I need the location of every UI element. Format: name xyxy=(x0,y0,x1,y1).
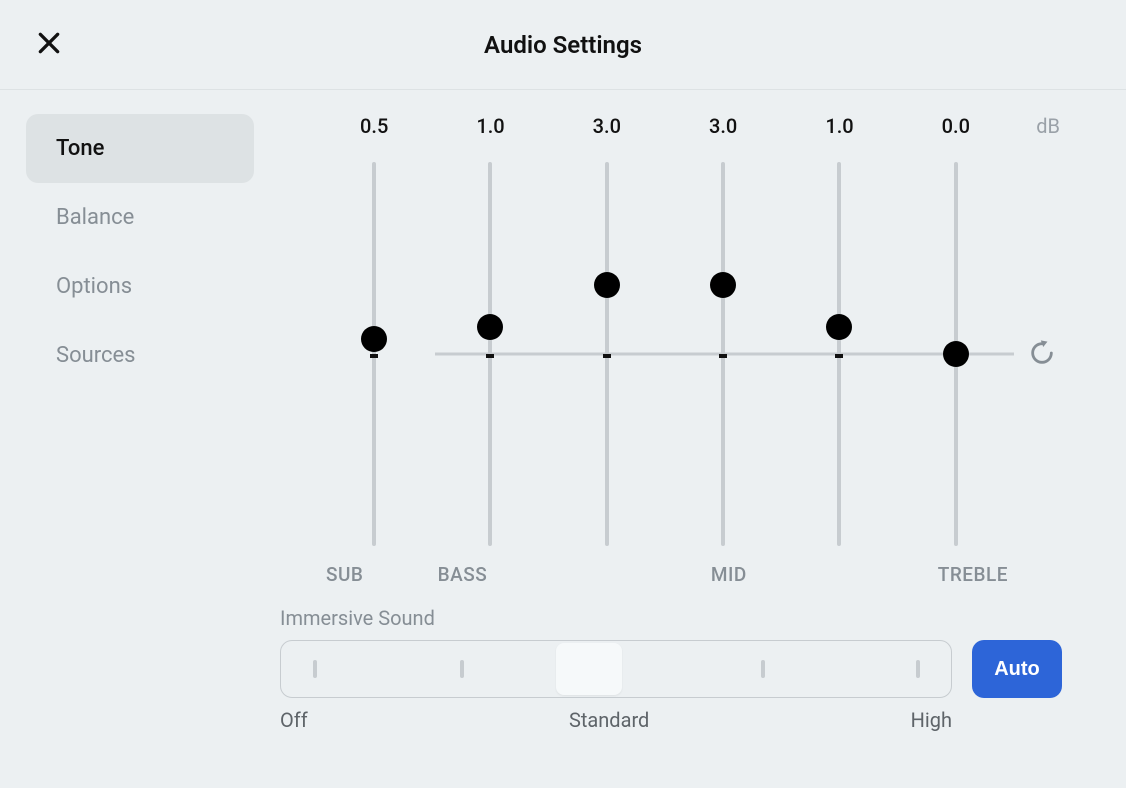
sidebar: Tone Balance Options Sources xyxy=(0,114,280,732)
page-title: Audio Settings xyxy=(484,31,642,59)
eq-thumb[interactable] xyxy=(943,341,969,367)
eq-value: 0.5 xyxy=(316,114,432,138)
immersive-title: Immersive Sound xyxy=(280,606,1096,630)
eq-band-label: TREBLE xyxy=(896,563,1014,586)
eq-labels-row: SUB BASS MID TREBLE xyxy=(316,563,1014,586)
immersive-tick xyxy=(761,660,765,678)
eq-area: 0.5 1.0 3.0 3.0 1.0 0.0 dB xyxy=(280,114,1096,594)
header: Audio Settings xyxy=(0,0,1126,90)
close-icon xyxy=(36,30,62,56)
eq-thumb[interactable] xyxy=(594,272,620,298)
eq-slider-highmid[interactable] xyxy=(781,162,897,546)
immersive-tick xyxy=(916,660,920,678)
eq-band-label: MID xyxy=(661,563,785,586)
eq-band-label: BASS xyxy=(438,563,550,586)
eq-slider-bass[interactable] xyxy=(432,162,548,546)
immersive-label-standard: Standard xyxy=(569,708,649,732)
reset-icon xyxy=(1028,339,1056,367)
sidebar-item-label: Tone xyxy=(56,136,104,161)
immersive-labels: Off Standard High xyxy=(280,708,952,732)
reset-button[interactable] xyxy=(1028,339,1056,367)
immersive-tick xyxy=(313,660,317,678)
immersive-slider-wrap: Off Standard High xyxy=(280,640,952,732)
eq-value: 1.0 xyxy=(432,114,548,138)
eq-thumb[interactable] xyxy=(826,314,852,340)
eq-sliders xyxy=(316,162,1014,546)
sidebar-item-options[interactable]: Options xyxy=(26,252,254,321)
immersive-label-off: Off xyxy=(280,708,308,732)
eq-value: 3.0 xyxy=(549,114,665,138)
eq-value: 3.0 xyxy=(665,114,781,138)
close-button[interactable] xyxy=(36,30,62,56)
immersive-thumb[interactable] xyxy=(556,643,622,695)
eq-band-label xyxy=(785,563,897,586)
immersive-tick xyxy=(460,660,464,678)
sidebar-item-label: Options xyxy=(56,274,132,299)
eq-slider-mid[interactable] xyxy=(665,162,781,546)
unit-label: dB xyxy=(1036,114,1060,138)
sidebar-item-tone[interactable]: Tone xyxy=(26,114,254,183)
eq-thumb[interactable] xyxy=(710,272,736,298)
eq-thumb[interactable] xyxy=(477,314,503,340)
sidebar-item-label: Sources xyxy=(56,343,136,368)
main-panel: 0.5 1.0 3.0 3.0 1.0 0.0 dB xyxy=(280,114,1126,732)
immersive-label-high: High xyxy=(911,708,952,732)
sidebar-item-balance[interactable]: Balance xyxy=(26,183,254,252)
eq-slider-sub[interactable] xyxy=(316,162,432,546)
eq-value: 1.0 xyxy=(781,114,897,138)
eq-value: 0.0 xyxy=(898,114,1014,138)
immersive-slider[interactable] xyxy=(280,640,952,698)
sidebar-item-label: Balance xyxy=(56,205,134,230)
auto-button[interactable]: Auto xyxy=(972,640,1062,698)
eq-thumb[interactable] xyxy=(361,326,387,352)
eq-slider-treble[interactable] xyxy=(898,162,1014,546)
sidebar-item-sources[interactable]: Sources xyxy=(26,321,254,390)
eq-slider-lowmid[interactable] xyxy=(549,162,665,546)
eq-values-row: 0.5 1.0 3.0 3.0 1.0 0.0 xyxy=(316,114,1014,138)
immersive-section: Immersive Sound Off Standard High xyxy=(280,606,1096,732)
eq-band-label: SUB xyxy=(316,563,438,586)
body: Tone Balance Options Sources 0.5 1.0 3.0… xyxy=(0,90,1126,732)
eq-band-label xyxy=(549,563,661,586)
